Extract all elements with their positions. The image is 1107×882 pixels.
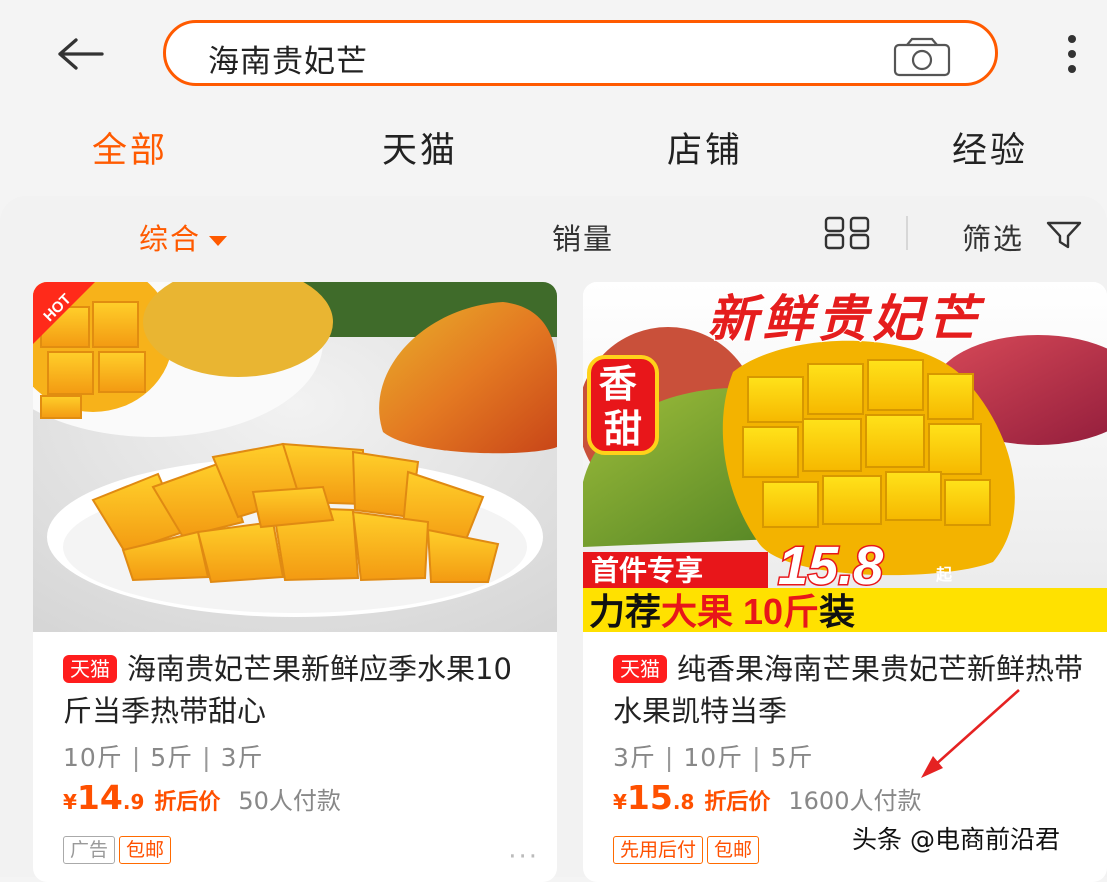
price-row: ¥14.9 折后价 50人付款 — [63, 778, 341, 817]
spec-option: 3斤 — [613, 743, 656, 772]
back-arrow-icon[interactable] — [52, 30, 108, 78]
payer-count: 50人付款 — [238, 787, 341, 815]
currency-symbol: ¥ — [613, 790, 627, 814]
tmall-badge: 天猫 — [613, 655, 667, 683]
price-decimal: .9 — [122, 790, 145, 814]
product-card[interactable]: 新鲜贵妃芒 香 甜 首件专享 15.8 起 力荐大果 10斤装 天猫 纯香果海南芒… — [583, 282, 1107, 882]
price-note: 折后价 — [154, 790, 221, 815]
banner-title: 新鲜贵妃芒 — [708, 291, 986, 347]
bottom-banner-right: 装 — [819, 591, 855, 632]
sort-sales[interactable]: 销量 — [552, 216, 614, 258]
price-integer: 15 — [626, 778, 673, 817]
tab-all[interactable]: 全部 — [92, 122, 168, 173]
filter-funnel-icon[interactable] — [1046, 221, 1082, 249]
product-card[interactable]: HOT 天猫 海南贵妃芒果新鲜应季水果10斤当季热带甜心 10斤 | 5斤 | 3斤 ¥1… — [33, 282, 557, 882]
currency-symbol: ¥ — [63, 790, 77, 814]
spec-option: 10斤 — [63, 743, 123, 772]
bottom-banner-left: 力荐 — [589, 591, 661, 632]
product-image[interactable]: 新鲜贵妃芒 香 甜 首件专享 15.8 起 力荐大果 10斤装 — [583, 282, 1107, 632]
price-note: 折后价 — [704, 790, 771, 815]
sweet-badge-char: 甜 — [604, 409, 642, 451]
spec-options: 3斤 | 10斤 | 5斤 — [613, 743, 814, 772]
ad-tag: 广告 — [63, 836, 116, 864]
camera-icon[interactable] — [893, 37, 951, 77]
sweet-badge-char: 香 — [599, 364, 637, 406]
annotation-arrow-icon — [921, 689, 1020, 778]
tmall-badge: 天猫 — [63, 655, 117, 683]
search-query[interactable]: 海南贵妃芒 — [208, 36, 368, 81]
tab-experience[interactable]: 经验 — [952, 122, 1028, 173]
product-title-text: 海南贵妃芒果新鲜应季水果10斤当季热带甜心 — [63, 652, 512, 728]
spec-option: 10斤 — [683, 743, 744, 772]
search-tabs: 全部 天猫 店铺 经验 — [0, 122, 1107, 178]
filter-bar: 综合 销量 筛选 — [0, 196, 1107, 276]
pay-later-tag: 先用后付 — [613, 836, 704, 864]
product-tags: 先用后付 包邮 — [613, 836, 763, 864]
product-title[interactable]: 天猫 海南贵妃芒果新鲜应季水果10斤当季热带甜心 — [63, 648, 533, 732]
watermark: 头条 @电商前沿君 — [852, 825, 1060, 854]
more-icon[interactable]: ··· — [508, 842, 539, 872]
search-input[interactable]: 海南贵妃芒 — [163, 20, 998, 86]
free-shipping-tag: 包邮 — [119, 836, 172, 864]
tab-tmall[interactable]: 天猫 — [382, 122, 458, 173]
bottom-banner: 力荐大果 10斤装 — [589, 591, 855, 632]
filter-button[interactable]: 筛选 — [962, 216, 1024, 258]
bottom-banner-highlight: 大果 10斤 — [661, 591, 819, 632]
promo-suffix: 起 — [935, 565, 953, 584]
dropdown-caret-icon — [209, 236, 228, 246]
free-shipping-tag: 包邮 — [707, 836, 760, 864]
product-image[interactable]: HOT — [33, 282, 557, 632]
tab-store[interactable]: 店铺 — [667, 122, 743, 173]
spec-option: 5斤 — [150, 743, 194, 772]
price-decimal: .8 — [672, 790, 695, 814]
spec-option: 5斤 — [770, 743, 814, 772]
top-bar: 海南贵妃芒 全部 天猫 店铺 经验 — [0, 0, 1107, 196]
price-integer: 14 — [76, 778, 123, 817]
spec-options: 10斤 | 5斤 | 3斤 — [63, 743, 264, 772]
sort-comprehensive-label: 综合 — [139, 222, 202, 256]
spec-option: 3斤 — [220, 743, 264, 772]
promo-price: 15.8 — [778, 536, 883, 596]
payer-count: 1600人付款 — [788, 787, 922, 815]
sort-comprehensive[interactable]: 综合 — [139, 216, 228, 258]
filter-divider — [906, 216, 908, 250]
grid-view-icon[interactable] — [824, 216, 870, 250]
product-tags: 广告 包邮 — [63, 836, 175, 864]
more-options-icon[interactable] — [1060, 34, 1084, 74]
promo-label: 首件专享 — [591, 554, 703, 586]
price-row: ¥15.8 折后价 1600人付款 — [613, 778, 921, 817]
